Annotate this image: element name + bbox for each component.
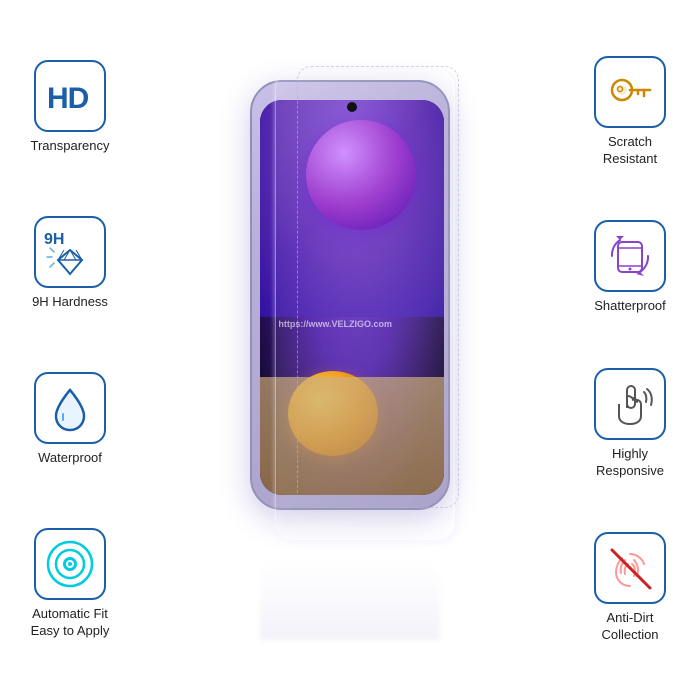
product-page: HD Transparency 9H [0, 0, 700, 700]
features-left-column: HD Transparency 9H [0, 0, 140, 700]
feature-auto-fit: Automatic Fit Easy to Apply [31, 528, 110, 640]
feature-shatterproof: Shatterproof [594, 220, 666, 315]
auto-fit-label: Automatic Fit Easy to Apply [31, 606, 110, 640]
anti-dirt-label: Anti-DirtCollection [601, 610, 658, 644]
9h-hardness-label: 9H Hardness [32, 294, 108, 311]
9h-icon-box: 9H [34, 216, 106, 288]
fingerprint-no-icon [600, 538, 660, 598]
shatterproof-label: Shatterproof [594, 298, 666, 315]
features-right-column: ScratchResistant Shatterproof [560, 0, 700, 700]
auto-fit-icon-box [34, 528, 106, 600]
feature-waterproof: Waterproof [34, 372, 106, 467]
key-icon [600, 62, 660, 122]
hd-icon: HD [45, 76, 95, 116]
responsive-icon-box [594, 368, 666, 440]
feature-scratch-resistant: ScratchResistant [594, 56, 666, 168]
scratch-icon-box [594, 56, 666, 128]
shatterproof-icon-box [594, 220, 666, 292]
feature-9h-hardness: 9H 9H Hardness [32, 216, 108, 311]
watermark-text: https://www.VELZIGO.com [278, 319, 392, 329]
scratch-resistant-label: ScratchResistant [603, 134, 657, 168]
waterproof-label: Waterproof [38, 450, 102, 467]
feature-hd-transparency: HD Transparency [31, 60, 110, 155]
glass-protector [275, 70, 455, 540]
waterproof-icon-box [34, 372, 106, 444]
9h-diamond-icon: 9H [40, 222, 100, 282]
svg-text:HD: HD [47, 82, 89, 115]
target-circle-icon [40, 534, 100, 594]
svg-text:9H: 9H [44, 231, 64, 248]
touch-icon [600, 374, 660, 434]
feature-anti-dirt: Anti-DirtCollection [594, 532, 666, 644]
hd-transparency-label: Transparency [31, 138, 110, 155]
phone-area: https://www.VELZIGO.com [140, 0, 560, 700]
feature-highly-responsive: HighlyResponsive [594, 368, 666, 480]
highly-responsive-label: HighlyResponsive [596, 446, 664, 480]
water-drop-icon [40, 378, 100, 438]
hd-icon-box: HD [34, 60, 106, 132]
phone-wrapper: https://www.VELZIGO.com [220, 60, 480, 640]
rotate-phone-icon [600, 226, 660, 286]
phone-notch [347, 102, 357, 112]
phone-reflection [260, 560, 440, 640]
anti-dirt-icon-box [594, 532, 666, 604]
